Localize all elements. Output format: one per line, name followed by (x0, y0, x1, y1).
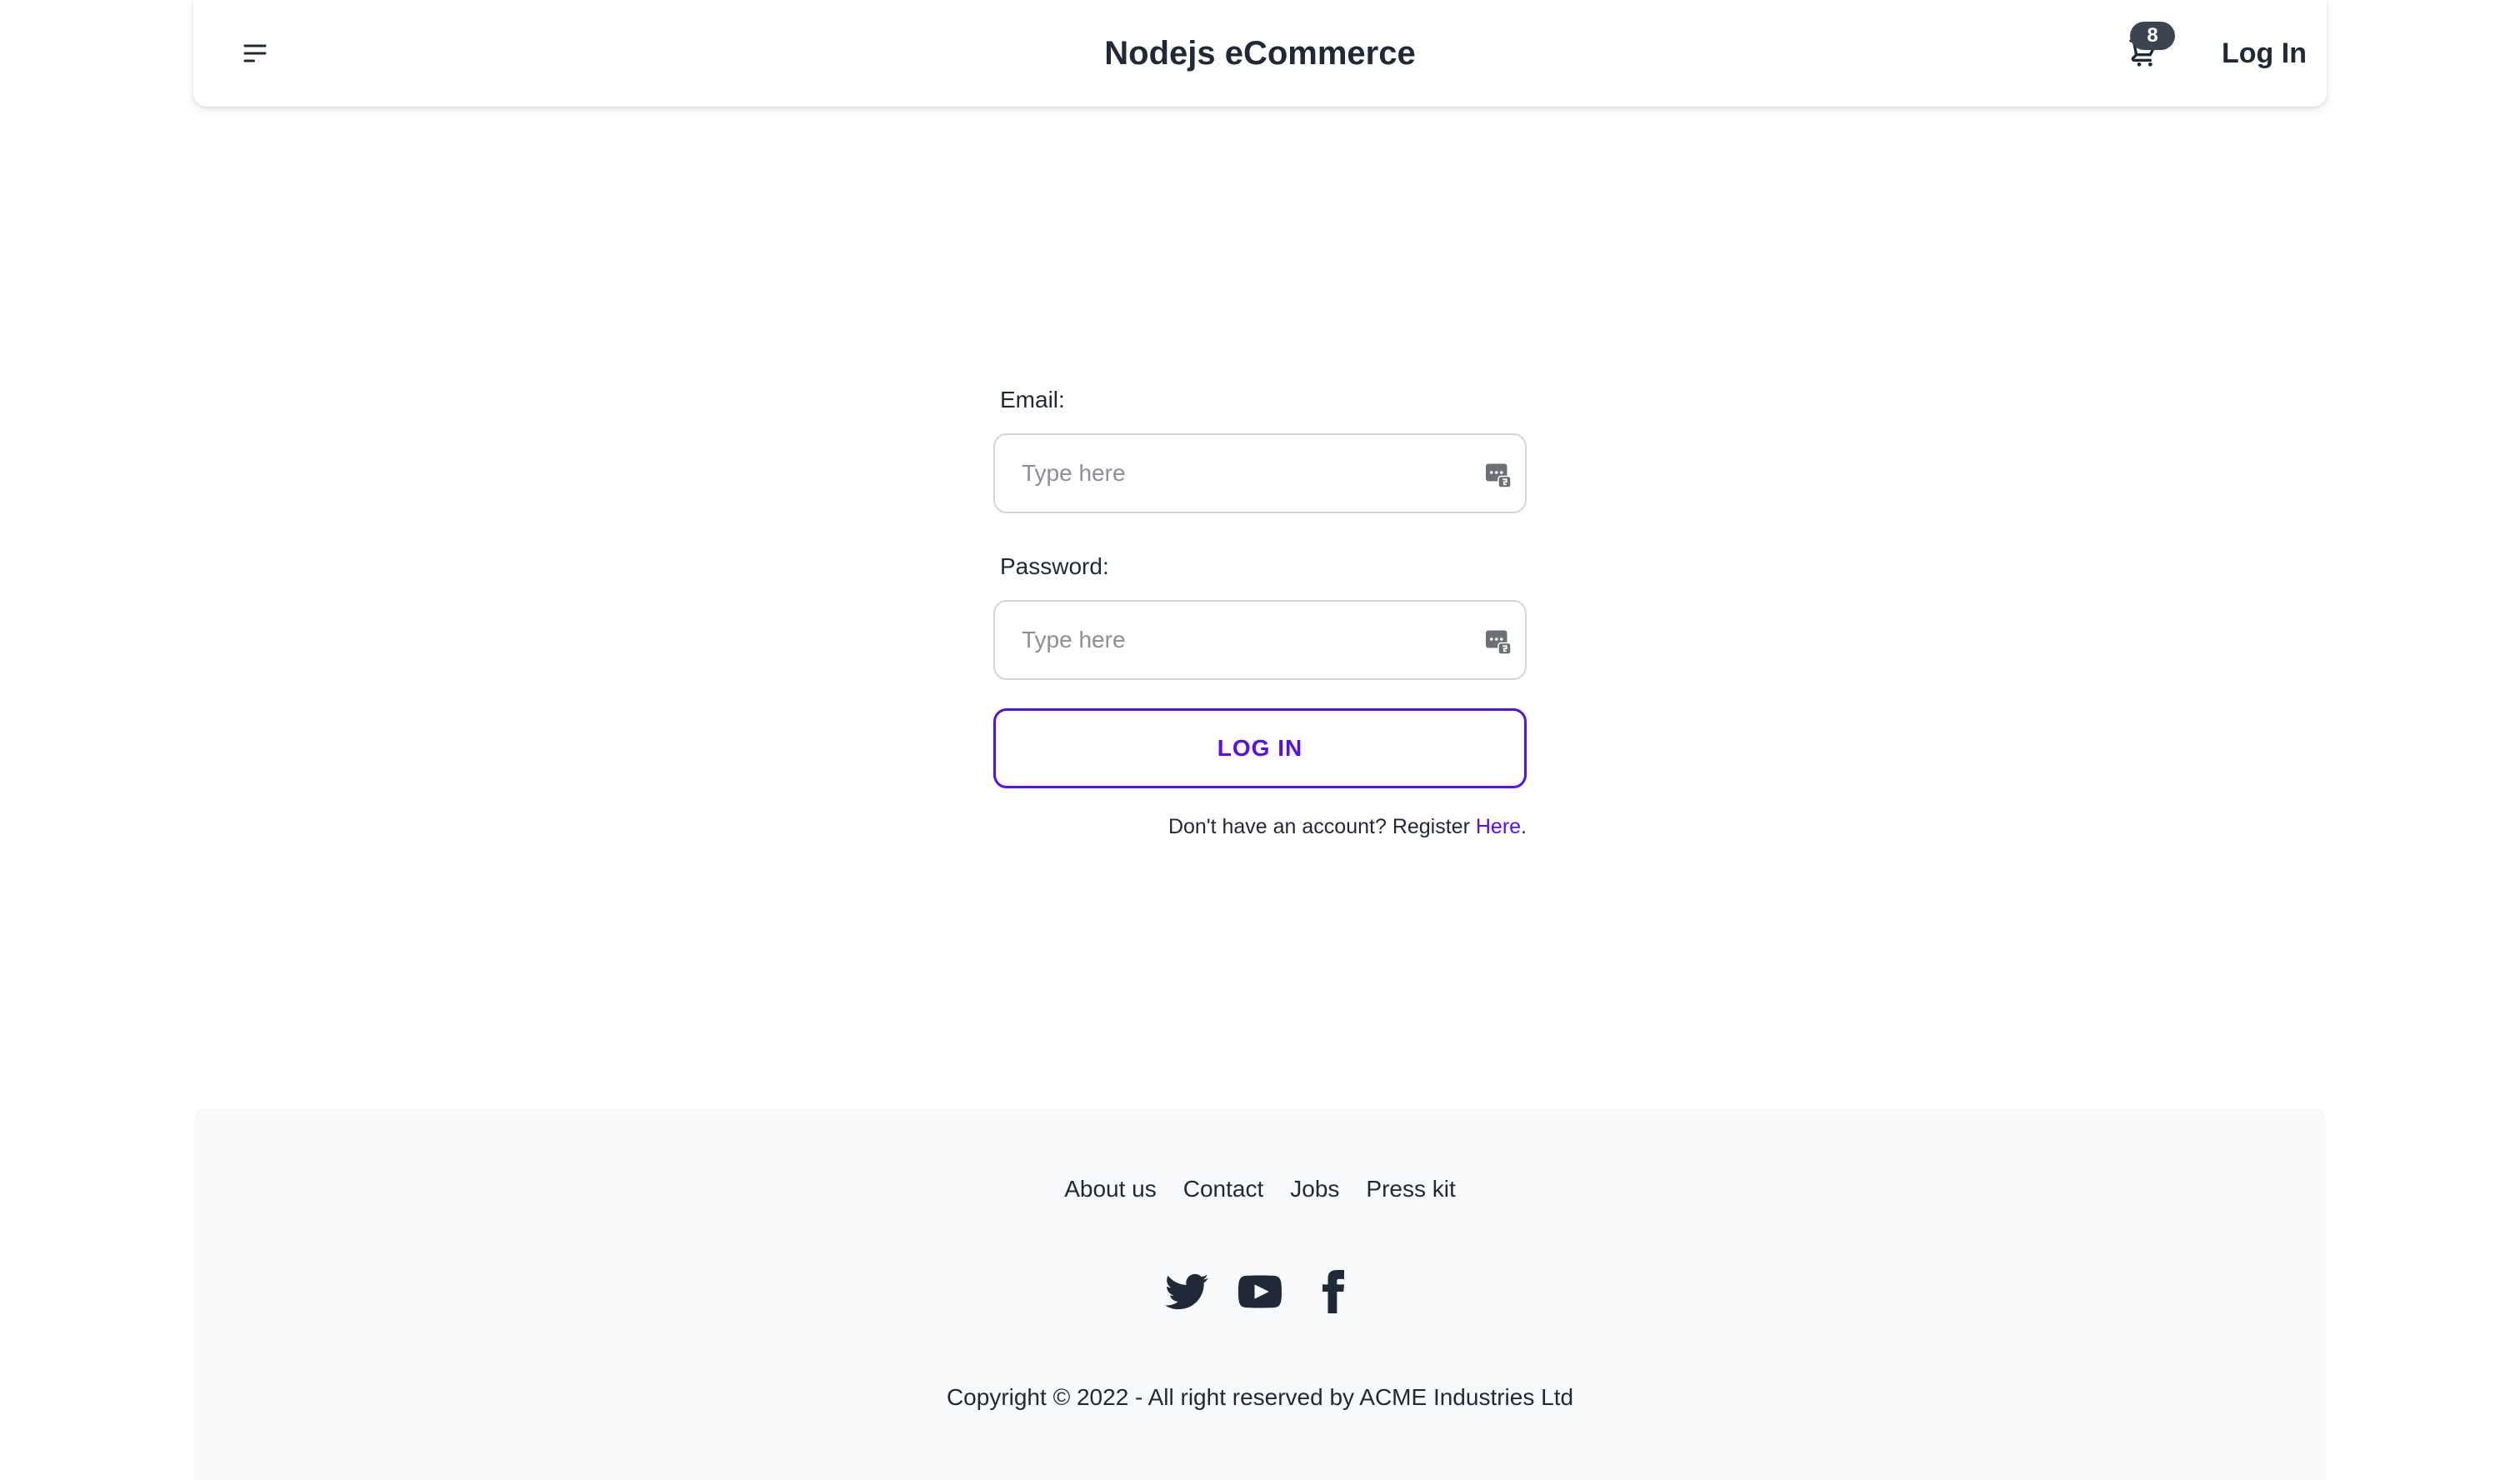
password-manager-icon-graphic (1486, 630, 1512, 655)
brand-title: Nodejs eCommerce (1104, 35, 1416, 72)
footer-link-about-us[interactable]: About us (1064, 1168, 1157, 1210)
password-manager-icon-graphic (1486, 463, 1512, 488)
footer-link-contact[interactable]: Contact (1183, 1168, 1264, 1210)
email-label: Email: (1000, 387, 1065, 412)
navbar: Nodejs eCommerce 8 Log In (193, 0, 2327, 107)
password-manager-icon[interactable] (1480, 457, 1517, 493)
cart-count-badge: 8 (2130, 22, 2175, 50)
hamburger-menu-icon (243, 44, 267, 62)
copyright-text: Copyright © 2022 - All right reserved by… (946, 1384, 1574, 1410)
register-prompt: Don't have an account? Register Here. (1168, 810, 1527, 843)
facebook-icon[interactable] (1310, 1268, 1357, 1315)
footer: About us Contact Jobs Press kit Copyrigh… (193, 1108, 2327, 1480)
email-field-wrapper (993, 433, 1527, 513)
email-field[interactable] (995, 435, 1525, 512)
password-label: Password: (1000, 553, 1109, 579)
page: Nodejs eCommerce 8 Log In Email: Type he… (0, 0, 2520, 1480)
password-manager-icon[interactable] (1480, 623, 1517, 660)
social-links (193, 1268, 2327, 1322)
login-submit-button[interactable]: LOG IN (993, 708, 1527, 788)
facebook-icon-graphic (1322, 1270, 1344, 1313)
twitter-icon[interactable] (1163, 1268, 1210, 1315)
login-nav-link[interactable]: Log In (2210, 28, 2318, 78)
register-link[interactable]: Here (1476, 815, 1521, 838)
youtube-icon-graphic (1238, 1275, 1282, 1308)
menu-button[interactable] (230, 28, 280, 78)
register-suffix-text: . (1521, 815, 1527, 838)
password-field[interactable] (995, 602, 1525, 678)
footer-link-press-kit[interactable]: Press kit (1366, 1168, 1455, 1210)
footer-link-jobs[interactable]: Jobs (1290, 1168, 1339, 1210)
footer-nav: About us Contact Jobs Press kit (193, 1168, 2327, 1210)
twitter-icon-graphic (1165, 1273, 1208, 1310)
password-field-wrapper (993, 600, 1527, 680)
register-prefix-text: Don't have an account? Register (1168, 815, 1476, 838)
youtube-icon[interactable] (1237, 1268, 1283, 1315)
